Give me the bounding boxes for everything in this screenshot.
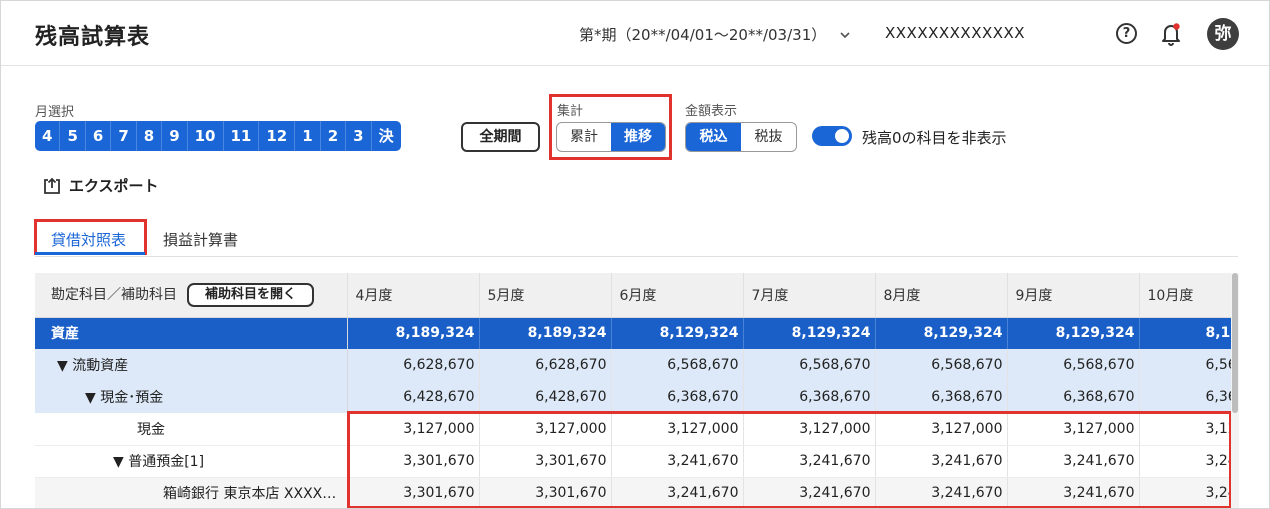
cell-value: 6,568,670 bbox=[875, 349, 1008, 381]
bell-icon[interactable] bbox=[1160, 22, 1182, 46]
row-name[interactable]: ▼ 普通預金[1] bbox=[35, 445, 348, 478]
tax-toggle: 税込 税抜 bbox=[685, 122, 797, 152]
month-6[interactable]: 6 bbox=[86, 121, 112, 151]
column-header: 4月度 bbox=[347, 273, 480, 318]
cell-value: 8,189,324 bbox=[347, 317, 480, 349]
company-name: XXXXXXXXXXXXX bbox=[885, 24, 1026, 42]
month-selector: 4 5 6 7 8 9 10 11 12 1 2 3 決 bbox=[35, 121, 401, 151]
cell-value: 8,12 bbox=[1139, 317, 1231, 349]
month-10[interactable]: 10 bbox=[188, 121, 224, 151]
aggregate-label: 集計 bbox=[557, 104, 584, 119]
table-header-row: 勘定科目／補助科目 補助科目を開く 4月度 5月度 6月度 7月度 8月度 9月度… bbox=[35, 273, 1231, 318]
cell-value: 8,189,324 bbox=[479, 317, 612, 349]
month-9[interactable]: 9 bbox=[162, 121, 188, 151]
column-header: 6月度 bbox=[611, 273, 744, 318]
cell-value: 6,568,670 bbox=[743, 349, 876, 381]
row-name[interactable]: ▼ 現金･預金 bbox=[35, 381, 348, 413]
month-3[interactable]: 3 bbox=[346, 121, 372, 151]
month-2[interactable]: 2 bbox=[321, 121, 347, 151]
cell-value: 6,36 bbox=[1139, 381, 1231, 413]
row-name: 現金 bbox=[35, 413, 348, 446]
cell-value: 8,129,324 bbox=[743, 317, 876, 349]
row-name: 箱崎銀行 東京本店 XXXX… bbox=[35, 477, 348, 508]
app-frame: 残高試算表 第*期（20**/04/01〜20**/03/31） XXXXXXX… bbox=[0, 0, 1270, 509]
chevron-down-icon[interactable] bbox=[840, 28, 850, 42]
cell-value: 6,368,670 bbox=[1007, 381, 1140, 413]
hide-zero-label: 残高0の科目を非表示 bbox=[862, 129, 1007, 147]
trend-option[interactable]: 推移 bbox=[611, 123, 665, 151]
cell-value: 6,368,670 bbox=[611, 381, 744, 413]
cell-value: 6,568,670 bbox=[611, 349, 744, 381]
row-name[interactable]: ▼ 流動資産 bbox=[35, 349, 348, 381]
month-7[interactable]: 7 bbox=[111, 121, 137, 151]
hide-zero-switch[interactable] bbox=[812, 126, 852, 146]
cell-value: 6,568,670 bbox=[1007, 349, 1140, 381]
cell-value: 6,368,670 bbox=[875, 381, 1008, 413]
cell-value: 8,129,324 bbox=[611, 317, 744, 349]
full-period-button[interactable]: 全期間 bbox=[461, 122, 540, 152]
column-header: 5月度 bbox=[479, 273, 612, 318]
export-icon bbox=[44, 177, 60, 194]
column-header: 9月度 bbox=[1007, 273, 1140, 318]
month-4[interactable]: 4 bbox=[35, 121, 61, 151]
column-header: 8月度 bbox=[875, 273, 1008, 318]
cumulative-option[interactable]: 累計 bbox=[557, 123, 611, 151]
tab-balance-sheet[interactable]: 貸借対照表 bbox=[51, 229, 126, 250]
column-header: 7月度 bbox=[743, 273, 876, 318]
open-sub-accounts-button[interactable]: 補助科目を開く bbox=[187, 282, 315, 307]
column-header: 10月度 bbox=[1139, 273, 1231, 318]
active-tab-indicator bbox=[35, 252, 145, 255]
cell-value: 8,129,324 bbox=[875, 317, 1008, 349]
cell-value: 6,56 bbox=[1139, 349, 1231, 381]
account-header-label: 勘定科目／補助科目 bbox=[51, 286, 177, 303]
period-selector[interactable]: 第*期（20**/04/01〜20**/03/31） bbox=[579, 24, 850, 45]
month-8[interactable]: 8 bbox=[137, 121, 163, 151]
tax-excluded-option[interactable]: 税抜 bbox=[741, 123, 796, 151]
cell-value: 6,368,670 bbox=[743, 381, 876, 413]
aggregate-toggle: 累計 推移 bbox=[556, 122, 666, 152]
month-5[interactable]: 5 bbox=[60, 121, 86, 151]
table-row[interactable]: ▼ 流動資産 6,628,670 6,628,670 6,568,670 6,5… bbox=[35, 349, 1231, 381]
avatar[interactable]: 弥 bbox=[1207, 18, 1239, 50]
month-select-label: 月選択 bbox=[35, 105, 75, 120]
cell-value: 6,628,670 bbox=[347, 349, 480, 381]
tab-income-statement[interactable]: 損益計算書 bbox=[163, 229, 238, 250]
cell-value: 6,628,670 bbox=[479, 349, 612, 381]
top-header: 残高試算表 第*期（20**/04/01〜20**/03/31） XXXXXXX… bbox=[1, 1, 1269, 66]
account-column-header: 勘定科目／補助科目 補助科目を開く bbox=[35, 273, 348, 318]
month-11[interactable]: 11 bbox=[224, 121, 260, 151]
cell-value: 6,428,670 bbox=[347, 381, 480, 413]
help-icon[interactable]: ? bbox=[1116, 23, 1137, 44]
month-1[interactable]: 1 bbox=[295, 121, 321, 151]
cell-value: 6,428,670 bbox=[479, 381, 612, 413]
month-12[interactable]: 12 bbox=[259, 121, 296, 151]
amount-display-label: 金額表示 bbox=[685, 104, 738, 119]
export-label: エクスポート bbox=[69, 177, 159, 195]
highlight-values bbox=[347, 411, 1232, 508]
row-name: 資産 bbox=[35, 317, 348, 349]
table-row[interactable]: ▼ 現金･預金 6,428,670 6,428,670 6,368,670 6,… bbox=[35, 381, 1231, 413]
period-label: 第*期（20**/04/01〜20**/03/31） bbox=[579, 26, 827, 44]
page-title: 残高試算表 bbox=[35, 25, 151, 50]
month-closing[interactable]: 決 bbox=[372, 121, 401, 151]
export-button[interactable]: エクスポート bbox=[43, 175, 159, 196]
switch-knob bbox=[835, 129, 849, 143]
table-row[interactable]: 資産 8,189,324 8,189,324 8,129,324 8,129,3… bbox=[35, 317, 1231, 349]
tax-included-option[interactable]: 税込 bbox=[686, 123, 741, 151]
cell-value: 8,129,324 bbox=[1007, 317, 1140, 349]
scrollbar-thumb[interactable] bbox=[1232, 273, 1238, 413]
